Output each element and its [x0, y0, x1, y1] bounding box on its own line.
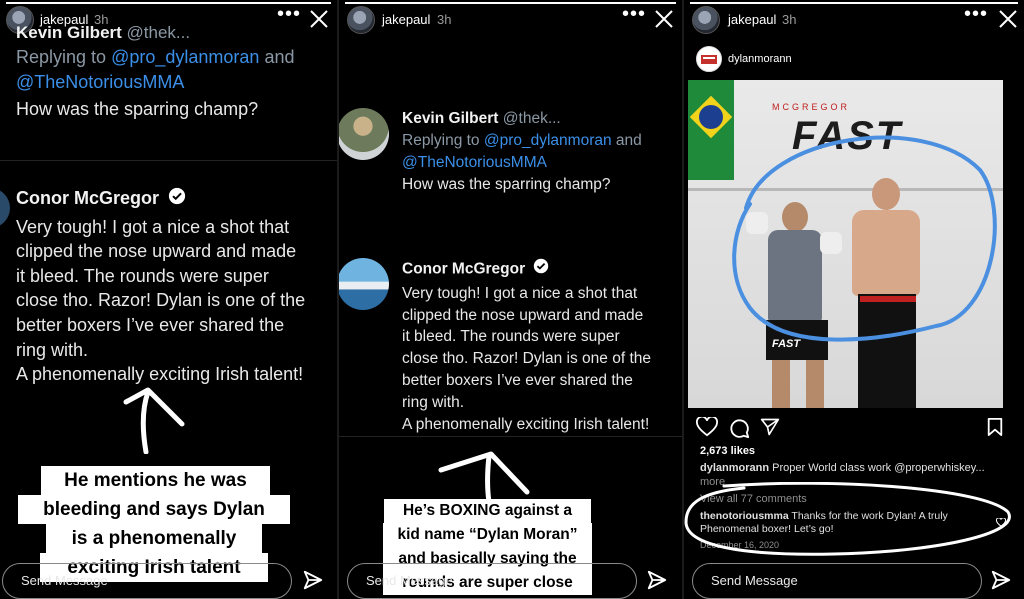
send-message-input[interactable]: Send Message: [2, 563, 292, 599]
drawn-ellipse-annotation: [684, 482, 1011, 556]
author-name: Conor McGregor: [402, 260, 526, 278]
author-name: Conor McGregor: [16, 188, 160, 208]
send-message-input[interactable]: Send Message: [347, 563, 637, 599]
reply-tweet: Kevin Gilbert @thek... Replying to @pro_…: [16, 20, 336, 122]
share-icon[interactable]: [760, 417, 780, 437]
tweet-line: clipped the nose upward and made: [402, 306, 644, 324]
story-caption: He’s BOXING against a: [384, 499, 591, 523]
story-panel-3: jakepaul 3h ••• dylanmorann MCGREGOR FAS…: [684, 0, 1024, 599]
reply-author-avatar: [339, 108, 389, 160]
reply-author-handle: @thek...: [126, 23, 191, 42]
reply-text: How was the sparring champ?: [16, 99, 259, 119]
tweet-line: A phenomenally exciting Irish talent!: [16, 364, 304, 385]
tweet-line: better boxers I’ve ever shared the: [16, 314, 285, 335]
send-icon[interactable]: [302, 569, 324, 591]
mention-link[interactable]: @pro_dylanmoran: [111, 47, 259, 67]
story-caption: is a phenomenally: [46, 524, 262, 553]
replying-to-label: Replying to: [402, 132, 480, 149]
tweet-line: ring with.: [402, 393, 465, 411]
tweet-line: Very tough! I got a nice a shot that: [402, 284, 638, 302]
more-options-icon[interactable]: •••: [964, 3, 988, 26]
user-avatar[interactable]: [347, 6, 375, 34]
tweet-line: close tho. Razor! Dylan is one of the: [402, 350, 651, 368]
tweet-line: better boxers I’ve ever shared the: [402, 371, 633, 389]
tweet-divider: [339, 436, 682, 437]
main-tweet: Conor McGregor Very tough! I got a nice …: [16, 186, 336, 387]
verified-badge-icon: [168, 187, 186, 212]
mention-link[interactable]: @TheNotoriousMMA: [16, 72, 184, 92]
reply-tweet: Kevin Gilbert @thek... Replying to @pro_…: [402, 108, 682, 196]
story-caption: He mentions he was: [41, 466, 270, 497]
caption-text: Proper World class work @properwhiskey..…: [772, 462, 985, 474]
mention-link[interactable]: @pro_dylanmoran: [484, 132, 612, 149]
drawn-arrow-icon: [438, 451, 530, 504]
story-caption: bleeding and says Dylan: [18, 495, 290, 524]
tweet-line: it bleed. The rounds were super: [402, 328, 620, 346]
caption-line: bleeding and says Dylan: [43, 499, 265, 520]
tweet-divider: [0, 160, 337, 161]
post-author-name[interactable]: dylanmorann: [728, 53, 792, 65]
mention-link[interactable]: @TheNotoriousMMA: [402, 154, 547, 171]
send-icon[interactable]: [990, 569, 1012, 591]
comment-icon[interactable]: [728, 417, 750, 439]
post-author-avatar[interactable]: [696, 46, 722, 72]
replying-and: and: [264, 47, 295, 67]
story-header: jakepaul 3h •••: [684, 0, 1024, 38]
drawn-arrow-icon: [123, 387, 185, 454]
like-heart-icon[interactable]: [696, 417, 718, 437]
story-time: 3h: [782, 12, 797, 27]
verified-badge-icon: [533, 258, 549, 281]
story-username[interactable]: jakepaul: [382, 12, 430, 27]
send-message-placeholder: Send Message: [21, 573, 108, 588]
tweet-line: clipped the nose upward and made: [16, 241, 297, 262]
story-username[interactable]: jakepaul: [728, 12, 776, 27]
author-avatar: [339, 258, 389, 310]
user-avatar[interactable]: [692, 6, 720, 34]
tweet-line: it bleed. The rounds were super: [16, 265, 269, 286]
drawn-circle-annotation: [732, 135, 997, 342]
caption-line: kid name “Dylan Moran”: [397, 526, 578, 543]
reply-author-name: Kevin Gilbert: [402, 110, 499, 127]
close-icon[interactable]: [998, 9, 1018, 29]
caption-line: is a phenomenally: [71, 528, 237, 549]
send-icon[interactable]: [646, 569, 668, 591]
send-message-input[interactable]: Send Message: [692, 563, 982, 599]
author-avatar: [0, 188, 10, 228]
bookmark-icon[interactable]: [986, 417, 1004, 437]
tweet-line: A phenomenally exciting Irish talent!: [402, 415, 650, 433]
send-message-placeholder: Send Message: [711, 573, 798, 588]
story-header: jakepaul 3h •••: [339, 0, 682, 38]
tweet-line: close tho. Razor! Dylan is one of the: [16, 290, 306, 311]
post-photo[interactable]: MCGREGOR FAST FAST: [688, 80, 1003, 408]
send-message-placeholder: Send Message: [366, 573, 453, 588]
story-time: 3h: [437, 12, 452, 27]
more-options-icon[interactable]: •••: [622, 3, 646, 26]
story-panel-2: jakepaul 3h ••• Kevin Gilbert @thek... R…: [339, 0, 682, 599]
close-icon[interactable]: [654, 9, 674, 29]
caption-username[interactable]: dylanmorann: [700, 462, 769, 474]
replying-to-label: Replying to: [16, 47, 107, 67]
main-tweet: Conor McGregor Very tough! I got a nice …: [402, 258, 682, 435]
post-caption: dylanmorann Proper World class work @pro…: [700, 462, 1020, 474]
tweet-line: ring with.: [16, 339, 89, 360]
caption-line: He’s BOXING against a: [402, 502, 573, 519]
reply-author-name: Kevin Gilbert: [16, 23, 122, 42]
story-panel-1: jakepaul 3h ••• Kevin Gilbert @thek... R…: [0, 0, 337, 599]
caption-line: He mentions he was: [64, 470, 247, 491]
replying-and: and: [615, 132, 642, 149]
reply-text: How was the sparring champ?: [402, 176, 611, 193]
tweet-line: Very tough! I got a nice a shot that: [16, 216, 290, 237]
reply-author-handle: @thek...: [502, 110, 561, 127]
likes-count[interactable]: 2,673 likes: [700, 445, 755, 457]
story-caption: kid name “Dylan Moran”: [383, 523, 592, 547]
